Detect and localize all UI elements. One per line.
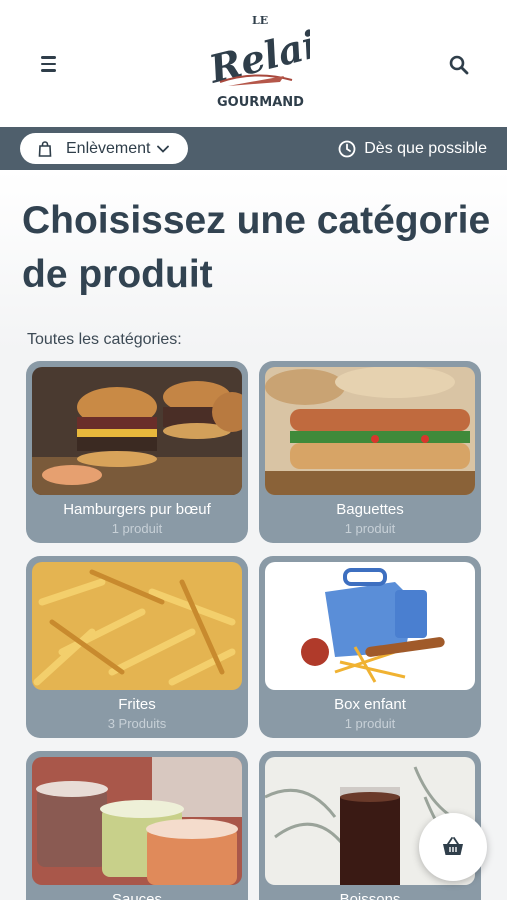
order-mode-dropdown[interactable]: Enlèvement <box>20 133 188 164</box>
clock-icon <box>338 140 356 157</box>
baguettes-image <box>265 367 475 495</box>
brand-logo[interactable]: LE Relais GOURMAND <box>200 10 343 115</box>
category-card-baguettes[interactable]: Baguettes 1 produit <box>259 361 481 543</box>
sauces-image <box>32 757 242 885</box>
order-mode-label: Enlèvement <box>66 139 151 157</box>
category-card-frites[interactable]: Frites 3 Produits <box>26 556 248 738</box>
logo-bottom-text: GOURMAND <box>217 95 304 110</box>
chevron-down-icon <box>156 145 169 153</box>
category-name: Box enfant <box>334 696 406 713</box>
category-name: Boissons <box>339 891 401 900</box>
category-card-hamburgers[interactable]: Hamburgers pur bœuf 1 produit <box>26 361 248 543</box>
category-card-sauces[interactable]: Sauces <box>26 751 248 900</box>
box-enfant-image <box>265 562 475 690</box>
order-time-label: Dès que possible <box>364 139 487 157</box>
logo-main-text: Relais <box>204 16 310 92</box>
logo-top-text: LE <box>252 14 268 27</box>
search-icon[interactable] <box>447 53 471 77</box>
categories-subtitle: Toutes les catégories: <box>27 331 182 348</box>
main-content: Choisissez une catégorie de produit Tout… <box>0 170 507 900</box>
shopping-bag-icon <box>38 140 52 157</box>
category-card-box-enfant[interactable]: Box enfant 1 produit <box>259 556 481 738</box>
category-name: Frites <box>118 696 156 713</box>
frites-image <box>32 562 242 690</box>
cart-button[interactable] <box>419 813 487 881</box>
category-name: Baguettes <box>336 501 404 518</box>
hamburgers-image <box>32 367 242 495</box>
category-name: Hamburgers pur bœuf <box>63 501 211 518</box>
category-count: 1 produit <box>111 521 163 536</box>
order-options-bar: Enlèvement Dès que possible <box>0 127 507 170</box>
page-title: Choisissez une catégorie de produit <box>22 199 491 296</box>
order-time-selector[interactable]: Dès que possible <box>338 127 487 170</box>
app-header: LE Relais GOURMAND <box>0 0 507 127</box>
category-count: 1 produit <box>344 716 396 731</box>
hamburger-menu-icon[interactable] <box>36 52 60 76</box>
category-count: 3 Produits <box>107 716 167 731</box>
category-count: 1 produit <box>344 521 396 536</box>
basket-icon <box>443 837 463 855</box>
category-name: Sauces <box>111 891 163 900</box>
